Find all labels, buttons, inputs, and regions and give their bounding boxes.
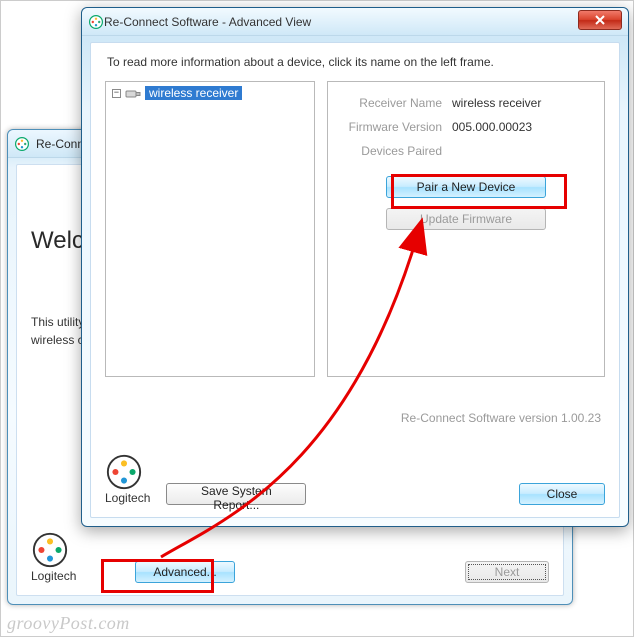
next-button[interactable]: Next xyxy=(465,561,549,583)
logitech-logo: Logitech xyxy=(105,453,150,505)
close-icon xyxy=(595,15,605,25)
logitech-logo: Logitech xyxy=(31,531,76,583)
instruction-text: To read more information about a device,… xyxy=(107,55,605,69)
device-info-panel: Receiver Name wireless receiver Firmware… xyxy=(327,81,605,377)
logitech-logo-label: Logitech xyxy=(31,569,76,583)
close-button[interactable]: Close xyxy=(519,483,605,505)
receiver-name-value: wireless receiver xyxy=(452,96,541,110)
firmware-version-value: 005.000.00023 xyxy=(452,120,532,134)
receiver-name-label: Receiver Name xyxy=(344,96,452,110)
tree-item-wireless-receiver[interactable]: wireless receiver xyxy=(145,86,242,100)
wizard-title: Re-Conn xyxy=(36,137,84,151)
logitech-app-icon xyxy=(88,14,104,30)
wizard-description-line1: This utility xyxy=(31,315,84,329)
wizard-description-line2: wireless c xyxy=(31,333,84,347)
watermark: groovyPost.com xyxy=(7,613,130,634)
advanced-titlebar[interactable]: Re-Connect Software - Advanced View xyxy=(82,8,628,36)
device-tree-panel: − wireless receiver xyxy=(105,81,315,377)
logitech-app-icon xyxy=(14,136,30,152)
advanced-window: Re-Connect Software - Advanced View To r… xyxy=(81,7,629,527)
devices-paired-label: Devices Paired xyxy=(344,144,452,158)
window-close-button[interactable] xyxy=(578,10,622,30)
logitech-logo-icon xyxy=(31,531,69,569)
info-row-receiver-name: Receiver Name wireless receiver xyxy=(344,96,588,110)
pair-new-device-button[interactable]: Pair a New Device xyxy=(386,176,546,198)
advanced-title: Re-Connect Software - Advanced View xyxy=(104,15,311,29)
tree-root-row: − wireless receiver xyxy=(108,84,312,102)
info-row-firmware: Firmware Version 005.000.00023 xyxy=(344,120,588,134)
logitech-logo-label: Logitech xyxy=(105,491,150,505)
collapse-toggle[interactable]: − xyxy=(112,89,121,98)
firmware-version-label: Firmware Version xyxy=(344,120,452,134)
advanced-client-area: To read more information about a device,… xyxy=(90,42,620,518)
update-firmware-button[interactable]: Update Firmware xyxy=(386,208,546,230)
software-version-text: Re-Connect Software version 1.00.23 xyxy=(401,411,601,425)
logitech-logo-icon xyxy=(105,453,143,491)
receiver-icon xyxy=(125,87,141,99)
info-row-devices-paired: Devices Paired xyxy=(344,144,588,158)
advanced-button[interactable]: Advanced... xyxy=(135,561,235,583)
save-system-report-button[interactable]: Save System Report... xyxy=(166,483,306,505)
